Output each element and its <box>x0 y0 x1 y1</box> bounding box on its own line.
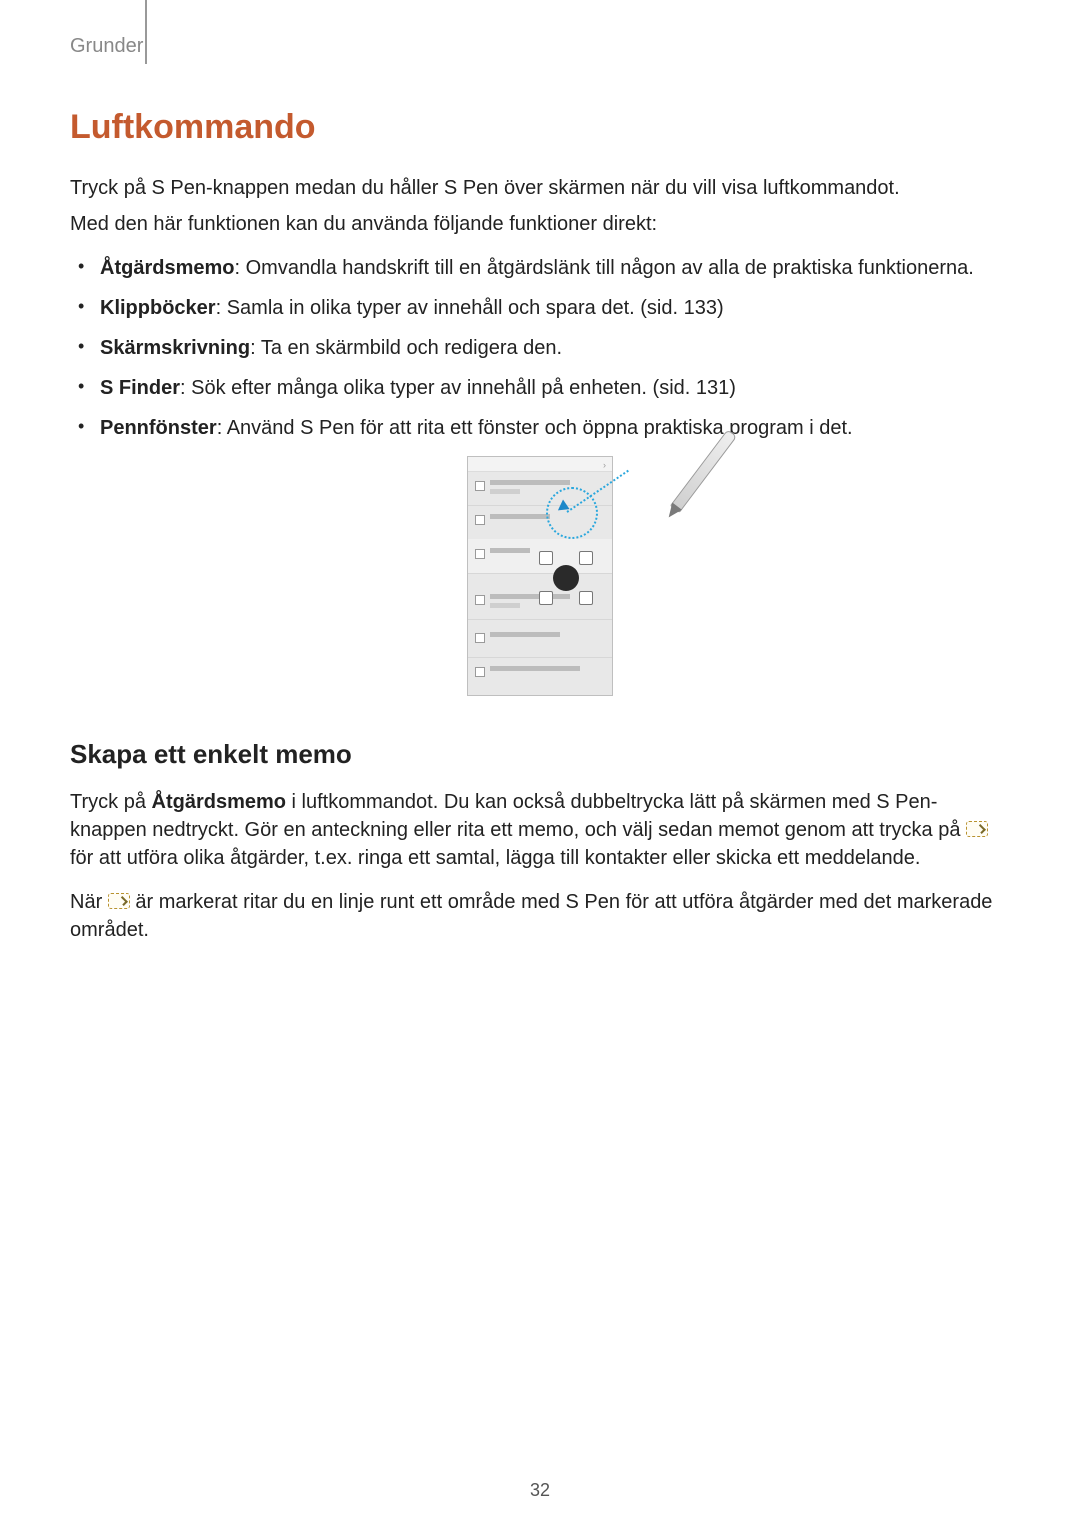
feature-list: Åtgärdsmemo: Omvandla handskrift till en… <box>70 254 1010 442</box>
checkbox-icon <box>475 667 485 677</box>
list-item: Pennfönster: Använd S Pen för att rita e… <box>70 414 1010 442</box>
phone-screenshot: › <box>467 456 613 696</box>
subsection-paragraph-2: När är markerat ritar du en linje runt e… <box>70 888 1010 944</box>
checkbox-icon <box>475 515 485 525</box>
select-link-icon <box>108 893 130 909</box>
checkbox-icon <box>475 633 485 643</box>
hub-option-icon <box>539 591 553 605</box>
feature-desc: : Ta en skärmbild och redigera den. <box>250 337 562 359</box>
text-bold: Åtgärdsmemo <box>152 791 286 813</box>
text: När <box>70 891 108 913</box>
header-section-label: Grunder <box>70 32 143 60</box>
hub-option-icon <box>539 551 553 565</box>
page-number: 32 <box>0 1478 1080 1503</box>
feature-term: Pennfönster <box>100 417 217 439</box>
intro-paragraph-2: Med den här funktionen kan du använda fö… <box>70 210 1010 238</box>
feature-term: Klippböcker <box>100 297 216 319</box>
checkbox-icon <box>475 549 485 559</box>
list-item: Klippböcker: Samla in olika typer av inn… <box>70 294 1010 322</box>
feature-desc: : Samla in olika typer av innehåll och s… <box>216 297 724 319</box>
subsection-heading: Skapa ett enkelt memo <box>70 736 1010 772</box>
list-row <box>468 623 612 658</box>
feature-desc: : Omvandla handskrift till en åtgärdslän… <box>234 257 973 279</box>
list-item: Åtgärdsmemo: Omvandla handskrift till en… <box>70 254 1010 282</box>
text: för att utföra olika åtgärder, t.ex. rin… <box>70 847 920 869</box>
page: Grunder Luftkommando Tryck på S Pen-knap… <box>0 0 1080 1527</box>
feature-term: Skärmskrivning <box>100 337 250 359</box>
list-item: S Finder: Sök efter många olika typer av… <box>70 374 1010 402</box>
feature-desc: : Sök efter många olika typer av innehål… <box>180 377 736 399</box>
air-command-hub-icon <box>553 565 579 591</box>
page-title: Luftkommando <box>70 104 1010 152</box>
text: är markerat ritar du en linje runt ett o… <box>70 891 992 941</box>
subsection-paragraph-1: Tryck på Åtgärdsmemo i luftkommandot. Du… <box>70 788 1010 872</box>
feature-desc: : Använd S Pen för att rita ett fönster … <box>217 417 853 439</box>
intro-paragraph-1: Tryck på S Pen-knappen medan du håller S… <box>70 174 1010 202</box>
list-row <box>468 657 612 691</box>
text: Tryck på <box>70 791 152 813</box>
content-area: Luftkommando Tryck på S Pen-knappen meda… <box>70 104 1010 960</box>
checkbox-icon <box>475 595 485 605</box>
header-rule <box>145 0 147 64</box>
feature-term: Åtgärdsmemo <box>100 257 234 279</box>
feature-term: S Finder <box>100 377 180 399</box>
chevron-right-icon: › <box>603 459 606 472</box>
hub-option-icon <box>579 591 593 605</box>
air-command-figure: › <box>70 456 1010 696</box>
hub-option-icon <box>579 551 593 565</box>
checkbox-icon <box>475 481 485 491</box>
select-link-icon <box>966 821 988 837</box>
status-bar: › <box>468 457 612 472</box>
s-pen-icon <box>607 468 745 610</box>
list-item: Skärmskrivning: Ta en skärmbild och redi… <box>70 334 1010 362</box>
